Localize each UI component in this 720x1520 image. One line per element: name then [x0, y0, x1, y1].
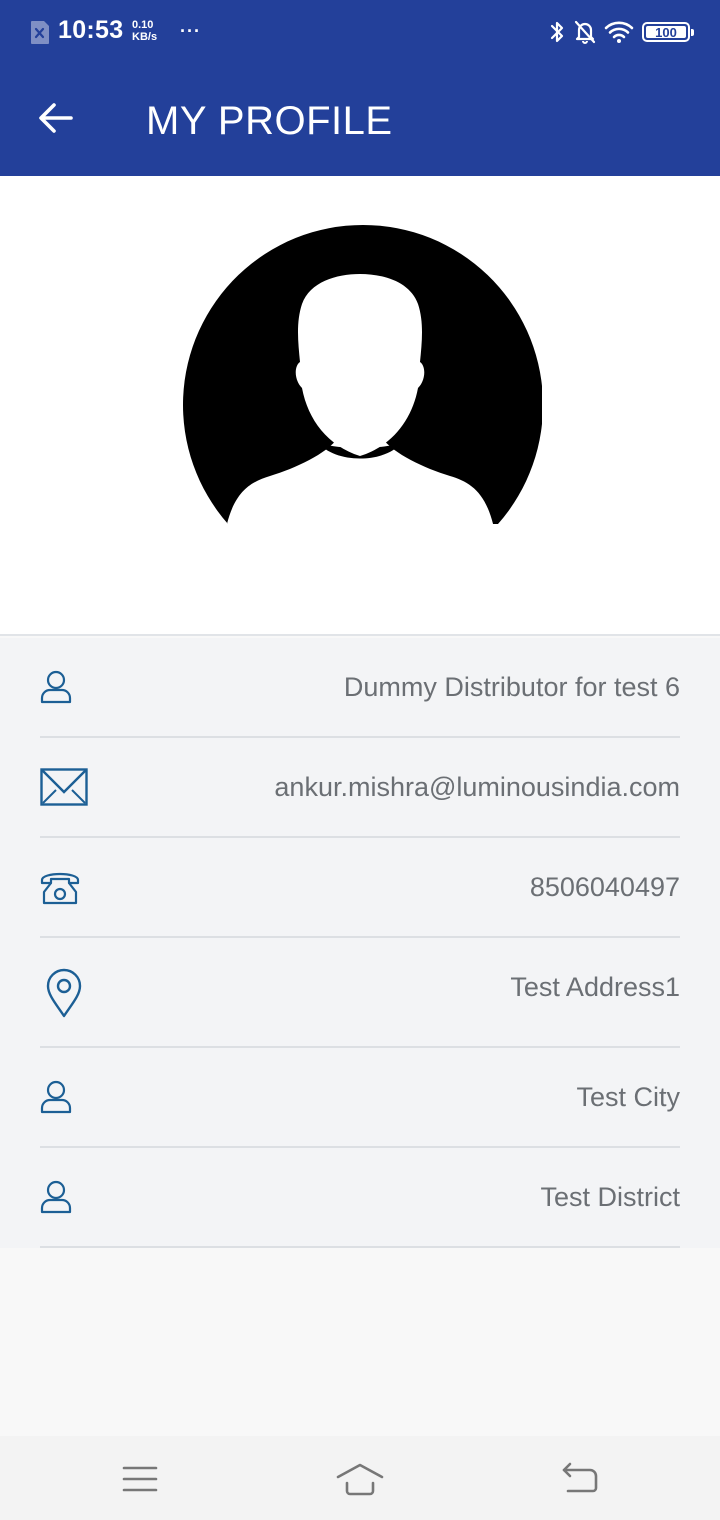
- sim-card-icon: [31, 21, 49, 44]
- profile-row-email: ankur.mishra@luminousindia.com: [40, 738, 680, 838]
- envelope-icon: [40, 768, 88, 806]
- page-title: MY PROFILE: [146, 99, 393, 143]
- profile-row-district: Test District: [40, 1148, 680, 1248]
- system-navigation-bar: [0, 1436, 720, 1520]
- network-speed-value: 0.10: [132, 19, 154, 31]
- profile-row-address: Test Address1: [40, 938, 680, 1048]
- location-pin-icon: [46, 968, 82, 1018]
- back-button[interactable]: [26, 88, 86, 148]
- home-button[interactable]: [330, 1454, 390, 1504]
- battery-indicator: 100: [642, 22, 694, 42]
- profile-district: Test District: [540, 1182, 680, 1212]
- profile-row-name: Dummy Distributor for test 6: [40, 638, 680, 738]
- telephone-icon: [40, 872, 80, 905]
- app-bar: MY PROFILE: [0, 66, 720, 176]
- wifi-icon: [604, 21, 634, 43]
- profile-details: Dummy Distributor for test 6 ankur.mishr…: [0, 638, 720, 1248]
- avatar-section: [0, 176, 720, 636]
- menu-icon: [122, 1466, 158, 1492]
- profile-email: ankur.mishra@luminousindia.com: [274, 772, 680, 802]
- notifications-off-icon: [574, 20, 596, 44]
- status-icons: 100: [548, 18, 694, 46]
- profile-city: Test City: [576, 1082, 680, 1112]
- network-speed: 0.10 KB/s: [132, 19, 166, 43]
- profile-name: Dummy Distributor for test 6: [343, 672, 680, 702]
- avatar[interactable]: [178, 224, 542, 528]
- more-notifications-icon: ···: [180, 21, 201, 41]
- profile-phone: 8506040497: [529, 872, 680, 902]
- recent-apps-button[interactable]: [110, 1454, 170, 1504]
- home-icon: [336, 1463, 384, 1496]
- status-bar: 10:53 0.10 KB/s ··· 100: [0, 0, 720, 66]
- profile-row-phone: 8506040497: [40, 838, 680, 938]
- system-back-button[interactable]: [550, 1454, 610, 1504]
- header: 10:53 0.10 KB/s ··· 100 MY PROFILE: [0, 0, 720, 176]
- arrow-left-icon: [39, 103, 73, 133]
- bluetooth-icon: [550, 21, 564, 43]
- user-icon: [40, 670, 72, 704]
- back-icon: [562, 1462, 598, 1493]
- status-time: 10:53: [58, 16, 124, 44]
- profile-address: Test Address1: [510, 972, 680, 1002]
- user-icon: [40, 1180, 72, 1214]
- user-icon: [40, 1080, 72, 1114]
- network-speed-unit: KB/s: [132, 31, 158, 43]
- battery-level: 100: [655, 24, 677, 40]
- profile-row-city: Test City: [40, 1048, 680, 1148]
